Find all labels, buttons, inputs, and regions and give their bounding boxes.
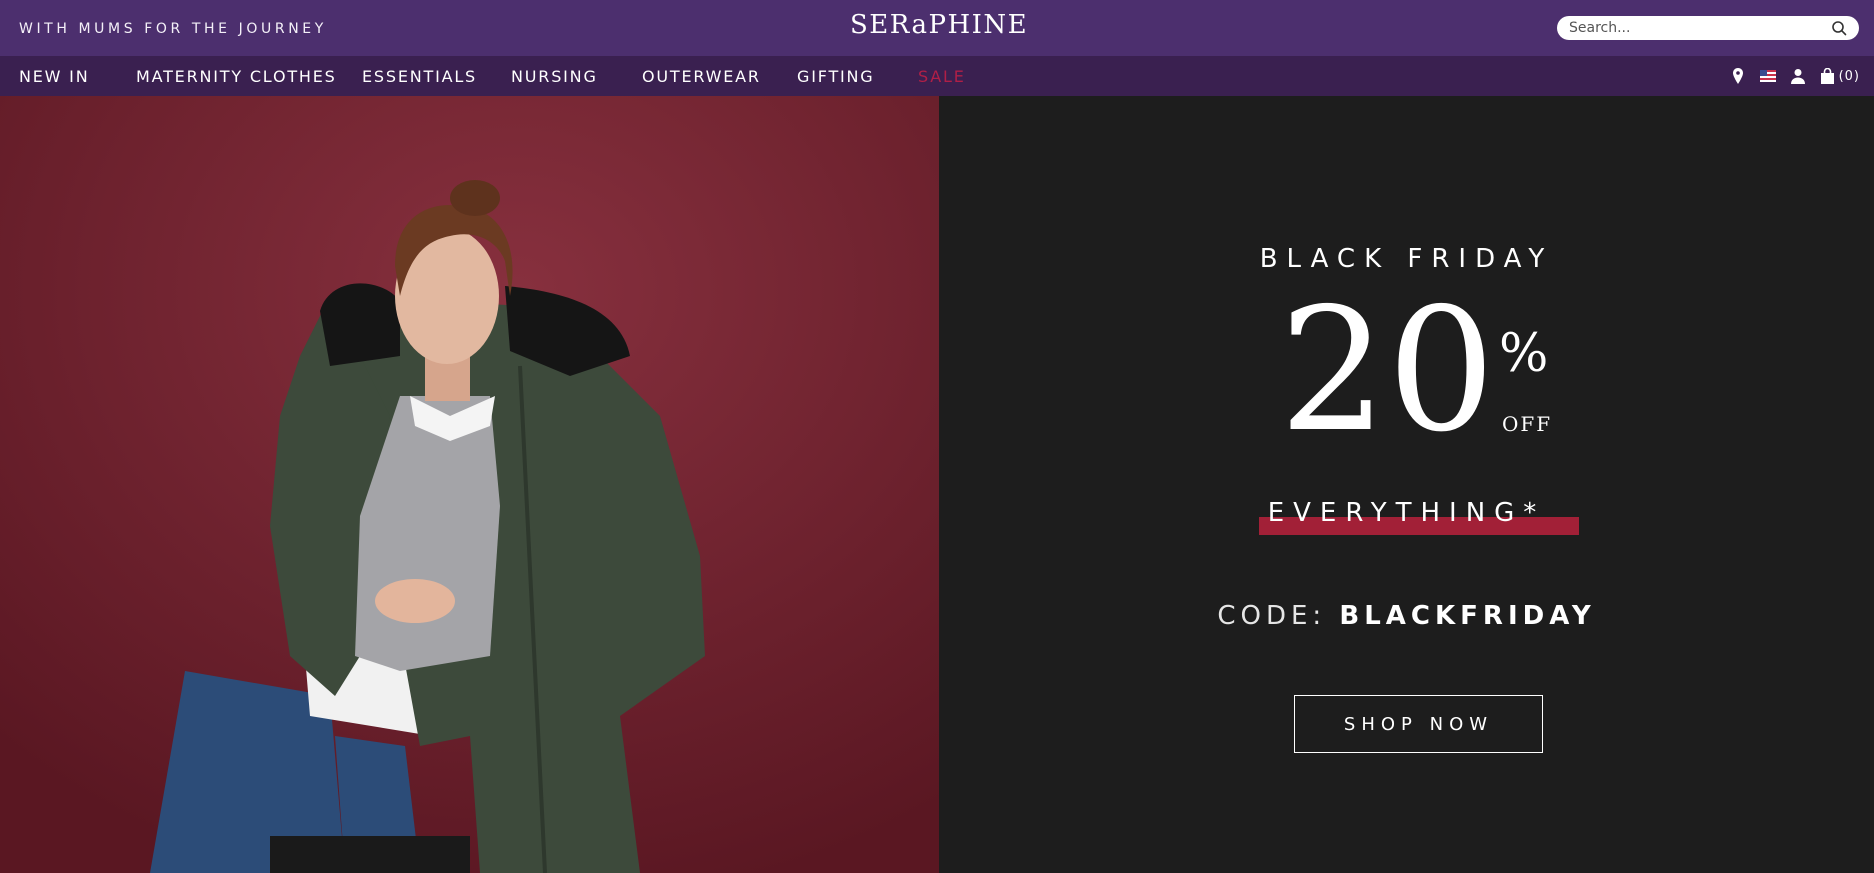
nav-item-sale[interactable]: SALE (918, 67, 966, 86)
discount-number: 20 (1279, 272, 1496, 470)
discount-off-label: OFF (1502, 412, 1553, 436)
us-flag-icon[interactable] (1759, 67, 1777, 85)
location-pin-icon[interactable] (1729, 67, 1747, 85)
nav-item-nursing[interactable]: NURSING (511, 67, 598, 86)
promo-code-value: BLACKFRIDAY (1339, 601, 1596, 631)
nav-item-gifting[interactable]: GIFTING (797, 67, 875, 86)
nav-item-maternity-clothes[interactable]: MATERNITY CLOTHES (136, 67, 337, 86)
shopping-bag-icon[interactable] (1819, 67, 1837, 85)
promo-code-label: CODE: (1217, 601, 1340, 631)
search-icon[interactable] (1831, 20, 1847, 36)
hero-image[interactable] (0, 96, 939, 873)
site-logo[interactable]: SERaPHINE (850, 10, 1028, 40)
shop-now-button[interactable]: SHOP NOW (1294, 695, 1543, 753)
model-in-parka-illustration (0, 96, 939, 873)
promo-code: CODE: BLACKFRIDAY (939, 601, 1874, 631)
nav-utilities: (0) (1717, 66, 1860, 86)
account-icon[interactable] (1789, 67, 1807, 85)
search-box[interactable] (1557, 16, 1859, 40)
promo-title: BLACK FRIDAY (1259, 244, 1554, 274)
top-bar: WITH MUMS FOR THE JOURNEY SERaPHINE (0, 0, 1874, 56)
discount-percent-symbol: % (1499, 324, 1549, 384)
bag-count[interactable]: (0) (1839, 69, 1860, 84)
nav-item-new-in[interactable]: NEW IN (19, 67, 89, 86)
main-nav: NEW IN MATERNITY CLOTHES ESSENTIALS NURS… (0, 56, 1874, 96)
nav-item-outerwear[interactable]: OUTERWEAR (642, 67, 761, 86)
promo-scope: EVERYTHING* (1267, 498, 1546, 528)
promo-panel: BLACK FRIDAY 20 % OFF EVERYTHING* CODE: … (939, 96, 1874, 873)
tagline: WITH MUMS FOR THE JOURNEY (19, 21, 327, 37)
search-input[interactable] (1569, 19, 1819, 37)
nav-item-essentials[interactable]: ESSENTIALS (362, 67, 477, 86)
